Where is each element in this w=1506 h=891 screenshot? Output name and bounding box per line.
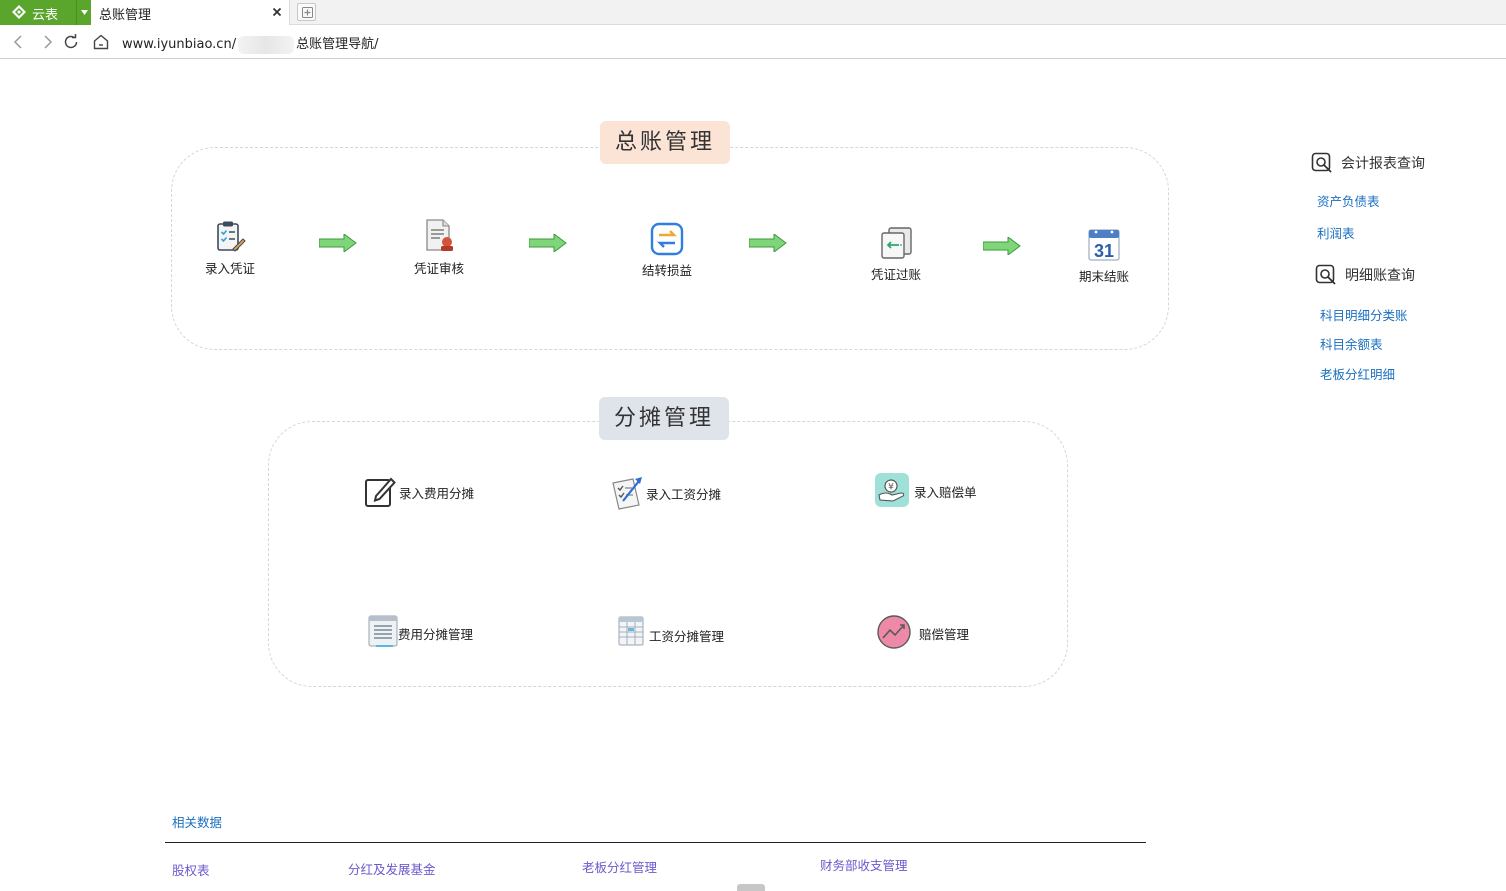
caret-down-icon <box>81 10 88 15</box>
related-data-title: 相关数据 <box>172 815 223 830</box>
reports-query-heading: 会计报表查询 <box>1311 152 1441 174</box>
step-period-close[interactable]: 31 期末结账 <box>1059 227 1149 285</box>
entry-salary-allocation[interactable]: 录入工资分摊 <box>609 475 729 511</box>
link-income-statement[interactable]: 利润表 <box>1317 223 1355 242</box>
voucher-posting-icon <box>881 227 912 259</box>
forward-icon[interactable] <box>38 33 56 51</box>
flow-arrow-icon <box>983 237 1021 255</box>
profit-transfer-icon <box>650 222 684 256</box>
step-label: 结转损益 <box>641 263 692 278</box>
step-voucher-review[interactable]: 凭证审核 <box>394 218 484 277</box>
entry-expense-allocation-label: 录入费用分摊 <box>399 486 475 501</box>
manage-compensation[interactable]: 赔偿管理 <box>876 614 976 650</box>
link-dividend-fund[interactable]: 分红及发展基金 <box>348 859 436 878</box>
related-divider <box>165 842 1146 843</box>
new-tab-button[interactable] <box>297 3 316 21</box>
link-boss-dividend-management[interactable]: 老板分红管理 <box>582 857 657 876</box>
money-hand-icon: ¥ <box>875 473 909 507</box>
manage-salary-allocation[interactable]: 工资分摊管理 <box>617 615 735 651</box>
flow-arrow-icon <box>319 234 357 252</box>
document-icon <box>368 615 398 647</box>
entry-expense-allocation[interactable]: 录入费用分摊 <box>364 474 484 510</box>
reports-query-title: 会计报表查询 <box>1341 156 1425 172</box>
plus-icon <box>302 7 313 18</box>
entry-salary-allocation-label: 录入工资分摊 <box>646 487 722 502</box>
allocation-section-title: 分摊管理 <box>599 397 729 440</box>
link-finance-income-expense[interactable]: 财务部收支管理 <box>820 855 908 874</box>
url-redacted-segment <box>238 35 295 54</box>
app-menu-dropdown[interactable] <box>76 0 91 25</box>
app-menu-button[interactable]: 云表 <box>0 0 91 25</box>
link-balance-sheet[interactable]: 资产负债表 <box>1317 191 1380 210</box>
step-voucher-posting[interactable]: 凭证过账 <box>851 226 941 283</box>
app-name: 云表 <box>32 8 59 23</box>
url-suffix: 总账管理导航/ <box>296 37 379 52</box>
voucher-entry-icon <box>217 221 246 252</box>
svg-text:¥: ¥ <box>888 483 894 493</box>
voucher-review-icon <box>426 219 453 251</box>
step-label: 凭证过账 <box>870 267 921 282</box>
manage-expense-allocation-label: 费用分摊管理 <box>398 627 474 642</box>
checklist-icon <box>612 477 642 510</box>
step-label: 录入凭证 <box>204 261 255 276</box>
entry-compensation-form[interactable]: ¥ 录入赔偿单 <box>875 473 985 509</box>
edit-icon <box>365 477 396 507</box>
link-boss-dividend-detail[interactable]: 老板分红明细 <box>1320 364 1395 383</box>
url-field[interactable]: www.iyunbiao.cn/总账管理导航/ <box>122 33 378 54</box>
trend-chart-icon <box>877 615 911 649</box>
calendar-day: 31 <box>1094 241 1114 261</box>
manage-expense-allocation[interactable]: 费用分摊管理 <box>367 613 482 649</box>
search-report-icon <box>1311 152 1332 173</box>
close-icon[interactable] <box>271 6 283 18</box>
flow-arrow-icon <box>529 234 567 252</box>
search-report-icon <box>1315 264 1336 285</box>
manage-salary-allocation-label: 工资分摊管理 <box>649 629 725 644</box>
link-subject-detail-ledger[interactable]: 科目明细分类账 <box>1320 305 1408 324</box>
back-icon[interactable] <box>10 33 28 51</box>
calendar-31-icon: 31 <box>1088 229 1120 261</box>
browser-tab-bar: 云表 总账管理 <box>0 0 1506 25</box>
url-prefix: www.iyunbiao.cn/ <box>122 37 237 52</box>
step-profit-transfer[interactable]: 结转损益 <box>622 222 712 279</box>
address-bar: www.iyunbiao.cn/总账管理导航/ <box>0 25 1506 59</box>
home-icon[interactable] <box>92 33 110 51</box>
detail-query-heading: 明细账查询 <box>1315 264 1435 286</box>
tab-title: 总账管理 <box>99 8 152 23</box>
manage-compensation-label: 赔偿管理 <box>919 627 970 642</box>
link-equity-table[interactable]: 股权表 <box>172 860 210 879</box>
step-voucher-entry[interactable]: 录入凭证 <box>185 220 275 277</box>
detail-query-title: 明细账查询 <box>1345 268 1415 284</box>
step-label: 期末结账 <box>1078 269 1129 284</box>
floating-scroll-handle[interactable] <box>737 884 765 891</box>
entry-compensation-form-label: 录入赔偿单 <box>914 485 977 500</box>
spreadsheet-icon <box>618 616 644 646</box>
refresh-icon[interactable] <box>62 33 80 51</box>
yunbiao-logo-icon <box>12 5 26 19</box>
ledger-section-title: 总账管理 <box>600 121 730 164</box>
link-subject-balance[interactable]: 科目余额表 <box>1320 334 1383 353</box>
step-label: 凭证审核 <box>413 261 464 276</box>
tab-ledger-management[interactable]: 总账管理 <box>91 0 290 25</box>
flow-arrow-icon <box>749 234 787 252</box>
